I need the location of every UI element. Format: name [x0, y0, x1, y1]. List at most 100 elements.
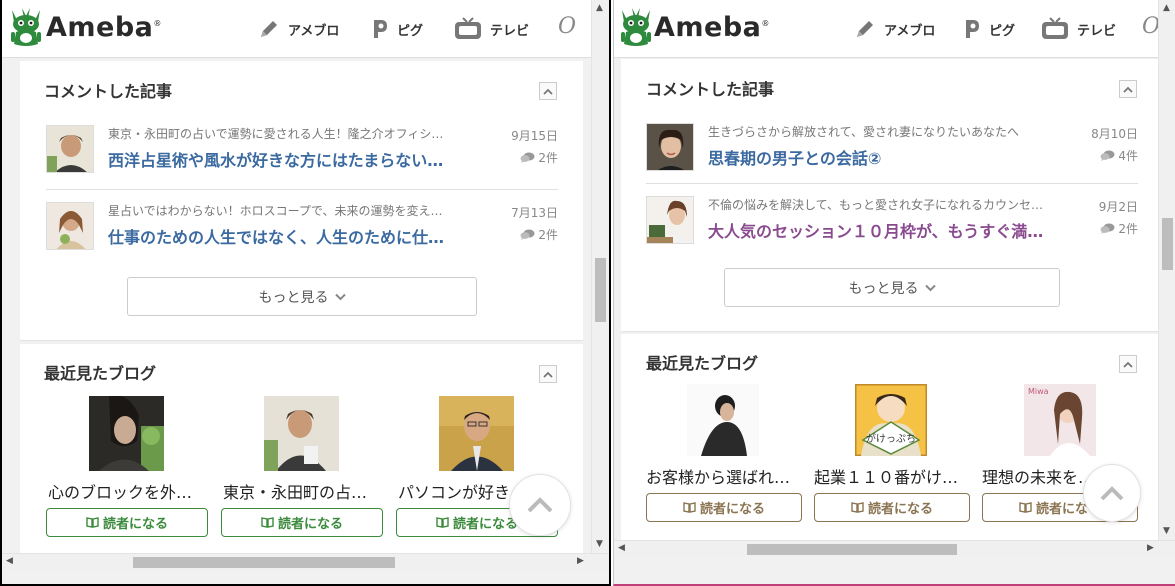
nav-ameblo[interactable]: アメブロ — [258, 16, 339, 42]
commented-articles-card: コメントした記事 東京・永田町の占いで運勢に愛される人生！隆之介オフィシ… 西洋… — [20, 61, 583, 341]
collapse-button[interactable] — [539, 82, 557, 100]
follow-button[interactable]: 読者になる — [814, 493, 970, 522]
back-to-top-button[interactable] — [1083, 464, 1141, 522]
nav-label: テレビ — [1077, 23, 1117, 39]
scrollbar-thumb[interactable] — [133, 557, 395, 568]
blog-thumbnail[interactable] — [439, 396, 514, 471]
commented-article-item[interactable]: 東京・永田町の占いで運勢に愛される人生！隆之介オフィシ… 西洋占星術や風水が好き… — [46, 125, 558, 189]
article-title-link[interactable]: 大人気のセッション１０月枠が、もうすぐ満… — [708, 218, 1068, 242]
recent-blogs-card: 最近見たブログ お客様から選ばれ… 読者になる がけっぷち 起業１１０番がけ… … — [621, 334, 1161, 540]
scroll-up-arrow[interactable]: ▲ — [596, 4, 603, 13]
ameba-mascot-logo[interactable] — [6, 4, 46, 52]
divider — [646, 183, 1138, 184]
right-browser-pane: Ameba® アメブロ ピグ テレビ O コメントした記事 生きづらさから解放さ… — [613, 0, 1175, 586]
tv-icon — [1042, 17, 1068, 39]
nav-label: ピグ — [397, 23, 424, 39]
collapse-button[interactable] — [1119, 80, 1137, 98]
blog-thumbnail[interactable] — [687, 384, 759, 456]
owl-nav-icon[interactable]: O — [558, 14, 576, 39]
blog-thumbnail[interactable]: がけっぷち — [855, 384, 927, 456]
svg-text:がけっぷち: がけっぷち — [866, 432, 916, 445]
comment-count: 2件 — [1100, 220, 1138, 237]
article-thumbnail — [46, 202, 94, 250]
blog-thumbnail[interactable] — [89, 396, 164, 471]
nav-pigg[interactable]: ピグ — [963, 16, 1015, 42]
see-more-button[interactable]: もっと見る — [127, 277, 477, 316]
nav-tv[interactable]: テレビ — [1041, 16, 1116, 42]
ameba-header: Ameba® アメブロ ピグ テレビ O — [2, 0, 591, 58]
chevron-up-icon — [543, 371, 553, 378]
book-icon — [851, 502, 864, 513]
blog-name[interactable]: 心のブロックを外… — [48, 479, 206, 503]
blog-name[interactable]: 東京・永田町の占… — [223, 479, 383, 503]
scrollbar-thumb[interactable] — [747, 544, 957, 555]
commented-article-item[interactable]: 不倫の悩みを解決して、もっと愛され女子になれるカウンセ… 大人気のセッション１０… — [646, 196, 1138, 260]
comment-date: 8月10日 — [1091, 127, 1138, 141]
commented-article-item[interactable]: 星占いではわからない！ホロスコープで、未来の運勢を変え… 仕事のための人生ではな… — [46, 202, 558, 266]
nav-ameblo[interactable]: アメブロ — [854, 16, 935, 42]
scroll-down-arrow[interactable]: ▼ — [596, 540, 603, 549]
book-icon — [261, 517, 274, 528]
article-thumbnail — [646, 196, 694, 244]
nav-pigg[interactable]: ピグ — [371, 16, 423, 42]
card-title: 最近見たブログ — [44, 364, 157, 383]
back-to-top-button[interactable] — [509, 474, 571, 536]
scrollbar-thumb[interactable] — [595, 258, 606, 322]
chevron-up-icon — [1123, 361, 1133, 368]
chevron-up-icon — [543, 88, 553, 95]
comment-count: 4件 — [1100, 147, 1138, 164]
see-more-button[interactable]: もっと見る — [724, 268, 1060, 307]
chevron-up-icon — [527, 497, 553, 513]
scrollbar-thumb[interactable] — [1162, 218, 1173, 270]
nav-label: アメブロ — [884, 23, 936, 39]
blog-name[interactable]: 起業１１０番がけ… — [814, 464, 970, 488]
vertical-scrollbar[interactable]: ▲ ▼ — [591, 0, 608, 553]
comment-date: 9月2日 — [1098, 200, 1138, 214]
scroll-left-arrow[interactable]: ◀ — [6, 557, 13, 566]
nav-label: ピグ — [989, 23, 1016, 39]
follow-button[interactable]: 読者になる — [646, 493, 802, 522]
recent-blogs-card: 最近見たブログ 心のブロックを外… 読者になる 東京・永田町の占… 読者になる … — [20, 344, 583, 559]
follow-button[interactable]: 読者になる — [46, 508, 208, 537]
svg-text:Miwa: Miwa — [1028, 387, 1049, 396]
ameba-header: Ameba® アメブロ ピグ テレビ O — [614, 0, 1161, 58]
vertical-scrollbar[interactable]: ▲ ▼ — [1158, 0, 1175, 540]
blog-title: 星占いではわからない！ホロスコープで、未来の運勢を変え… — [108, 204, 443, 218]
commented-articles-card: コメントした記事 生きづらさから解放されて、愛され妻になりたいあなたへ 思春期の… — [621, 59, 1161, 332]
collapse-button[interactable] — [539, 365, 557, 383]
chevron-down-icon — [924, 284, 936, 291]
blog-title: 東京・永田町の占いで運勢に愛される人生！隆之介オフィシ… — [108, 127, 444, 141]
nav-label: アメブロ — [288, 23, 340, 39]
ameba-logo-text[interactable]: Ameba® — [654, 12, 770, 43]
article-title-link[interactable]: 仕事のための人生ではなく、人生のために仕… — [108, 224, 488, 248]
nav-tv[interactable]: テレビ — [454, 16, 529, 42]
article-title-link[interactable]: 思春期の男子との会話② — [708, 145, 1068, 169]
chevron-up-icon — [1123, 86, 1133, 93]
commented-article-item[interactable]: 生きづらさから解放されて、愛され妻になりたいあなたへ 思春期の男子との会話② 8… — [646, 123, 1138, 187]
card-title: コメントした記事 — [646, 80, 775, 99]
blog-title: 生きづらさから解放されて、愛され妻になりたいあなたへ — [708, 125, 1020, 139]
scroll-right-arrow[interactable]: ▶ — [1147, 544, 1154, 553]
nav-label: テレビ — [490, 23, 530, 39]
book-icon — [683, 502, 696, 513]
article-title-link[interactable]: 西洋占星術や風水が好きな方にはたまらない… — [108, 147, 488, 171]
ameba-logo-text[interactable]: Ameba® — [46, 12, 162, 43]
scroll-up-arrow[interactable]: ▲ — [1163, 4, 1170, 13]
comment-bubble-icon — [520, 229, 535, 240]
collapse-button[interactable] — [1119, 355, 1137, 373]
comment-date: 9月15日 — [511, 129, 558, 143]
comment-bubble-icon — [520, 152, 535, 163]
scroll-right-arrow[interactable]: ▶ — [577, 557, 584, 566]
blog-thumbnail[interactable]: Miwa — [1024, 384, 1096, 456]
ameba-mascot-logo[interactable] — [616, 4, 656, 52]
scroll-down-arrow[interactable]: ▼ — [1163, 527, 1170, 536]
divider — [46, 189, 558, 190]
scroll-left-arrow[interactable]: ◀ — [618, 544, 625, 553]
blog-thumbnail[interactable] — [264, 396, 339, 471]
horizontal-scrollbar[interactable]: ◀ ▶ — [614, 540, 1175, 557]
horizontal-scrollbar[interactable]: ◀ ▶ — [2, 553, 609, 570]
book-icon — [436, 517, 449, 528]
follow-button[interactable]: 読者になる — [221, 508, 383, 537]
blog-name[interactable]: お客様から選ばれ… — [646, 464, 802, 488]
card-title: 最近見たブログ — [646, 354, 759, 373]
